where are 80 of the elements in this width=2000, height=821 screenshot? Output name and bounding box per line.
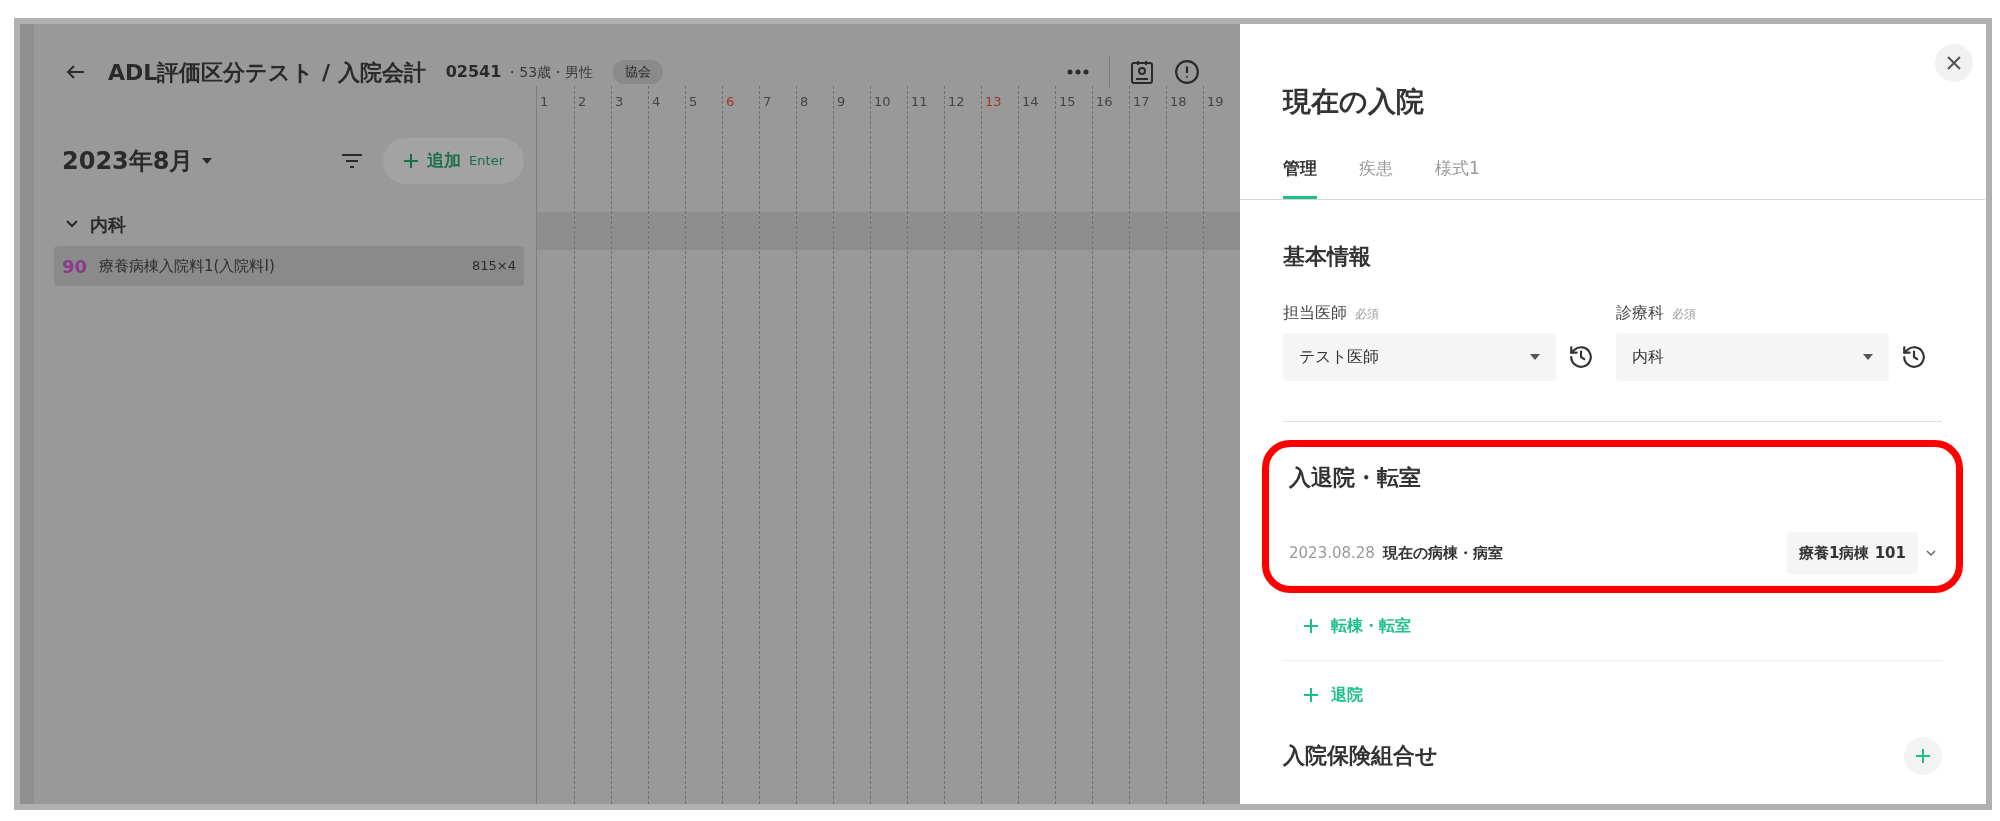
caret-icon	[1863, 353, 1873, 360]
item-code: 90	[62, 254, 88, 279]
timeline-cell	[760, 212, 796, 250]
required-label: 必須	[1672, 305, 1696, 323]
timeline-cell	[1056, 212, 1092, 250]
timeline-cell	[686, 212, 722, 250]
group-toggle[interactable]: 内科	[54, 202, 126, 246]
timeline-cell	[575, 212, 611, 250]
alert-icon[interactable]	[1174, 59, 1200, 85]
plus-icon	[1303, 618, 1319, 634]
billing-item[interactable]: 90 療養病棟入院料1(入院料I) 815×4	[54, 246, 524, 286]
panel-title: 現在の入院	[1283, 88, 1425, 116]
ward-dropdown[interactable]: 療養1病棟 101	[1787, 532, 1918, 574]
page-title: ADL評価区分テスト / 入院会計	[108, 58, 426, 87]
timeline-cell	[871, 212, 907, 250]
field-label: 診療科	[1616, 301, 1664, 324]
item-quantity: 815×4	[472, 257, 516, 276]
entry-date: 2023.08.28	[1289, 542, 1375, 564]
more-icon[interactable]	[1067, 69, 1089, 75]
timeline-cell	[723, 212, 759, 250]
tab[interactable]: 管理	[1283, 156, 1317, 199]
timeline-cell	[908, 212, 944, 250]
section-title: 基本情報	[1283, 242, 1372, 271]
day-label: 15	[1058, 93, 1077, 111]
caret-icon	[1530, 353, 1540, 360]
day-label: 4	[651, 93, 662, 111]
timeline-cell	[1167, 212, 1203, 250]
day-label: 10	[873, 93, 892, 111]
day-label: 19	[1206, 93, 1225, 111]
day-label: 3	[614, 93, 625, 111]
section-title: 入院保険組合せ	[1283, 742, 1438, 770]
timeline-cell	[834, 212, 870, 250]
timeline-cell	[797, 212, 833, 250]
day-label: 18	[1169, 93, 1188, 111]
timeline-cell	[1019, 212, 1055, 250]
timeline-cell	[612, 212, 648, 250]
timeline-cell	[537, 212, 574, 250]
chevron-icon[interactable]	[1926, 550, 1936, 556]
day-label: 11	[910, 93, 929, 111]
select-field[interactable]: テスト医師	[1283, 332, 1556, 381]
field-label: 担当医師	[1283, 301, 1347, 324]
id-card-icon[interactable]	[1130, 59, 1154, 85]
day-label: 2	[577, 93, 588, 111]
day-label: 6	[725, 93, 736, 111]
day-label: 9	[836, 93, 847, 111]
history-icon[interactable]	[1901, 343, 1927, 370]
plus-icon	[1303, 686, 1319, 703]
patient-id: 02541	[445, 61, 502, 83]
insurance-badge: 協会	[613, 60, 664, 84]
entry-label: 現在の病棟・病室	[1382, 542, 1503, 564]
chevron-icon	[66, 220, 78, 228]
plus-icon	[403, 153, 420, 169]
day-label: 12	[947, 93, 966, 111]
day-label: 17	[1132, 93, 1151, 111]
patient-info: ・53歳・男性	[505, 62, 594, 82]
day-label: 8	[799, 93, 810, 111]
tab[interactable]: 疾患	[1359, 156, 1393, 199]
timeline-cell	[649, 212, 685, 250]
timeline-cell	[982, 212, 1018, 250]
day-label: 5	[688, 93, 699, 111]
history-icon[interactable]	[1568, 343, 1594, 370]
tab[interactable]: 様式1	[1435, 156, 1480, 199]
plus-icon	[1915, 747, 1931, 764]
month-dropdown[interactable]: 2023年8月	[62, 143, 212, 179]
required-label: 必須	[1355, 305, 1379, 323]
item-name: 療養病棟入院料1(入院料I)	[99, 255, 275, 277]
timeline-cell	[945, 212, 981, 250]
section-title: 入退院・転室	[1289, 463, 1422, 492]
timeline-cell	[1130, 212, 1166, 250]
close-icon	[1947, 56, 1961, 70]
timeline-cell	[1093, 212, 1129, 250]
day-label: 7	[762, 93, 773, 111]
select-field[interactable]: 内科	[1616, 332, 1889, 381]
close-button[interactable]	[1935, 44, 1973, 82]
day-label: 13	[984, 93, 1003, 111]
filter-icon[interactable]	[341, 153, 364, 169]
day-label: 1	[539, 93, 550, 111]
day-label: 16	[1095, 93, 1114, 111]
caret-icon	[201, 158, 212, 164]
day-label: 14	[1021, 93, 1040, 111]
